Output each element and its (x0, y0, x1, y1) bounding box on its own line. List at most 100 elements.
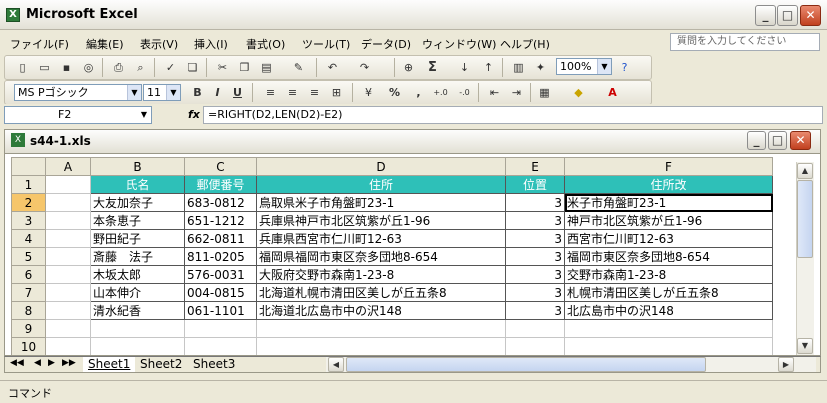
cell[interactable] (184, 319, 257, 338)
format-painter-icon[interactable]: ✎ (290, 59, 307, 76)
tab-sheet2[interactable]: Sheet2 (135, 357, 187, 372)
column-header-d[interactable]: D (256, 157, 506, 176)
scroll-right-icon[interactable]: ▶ (778, 357, 794, 372)
active-cell[interactable]: 米子市角盤町23-1 (564, 193, 773, 212)
cell-table[interactable]: A B C D E F 1 氏名 郵便番号 住所 位置 住所改 2 大友加奈子 … (11, 157, 773, 355)
cell[interactable]: 交野市森南1-23-8 (564, 265, 773, 284)
cell[interactable] (90, 337, 185, 355)
cell[interactable]: 福岡市東区奈多団地8-654 (564, 247, 773, 266)
cell[interactable]: 野田紀子 (90, 229, 185, 248)
hyperlink-icon[interactable]: ⊕ (400, 59, 417, 76)
cell[interactable]: 兵庫県神戸市北区筑紫が丘1-96 (256, 211, 506, 230)
cell[interactable]: 北海道北広島市中の沢148 (256, 301, 506, 320)
increase-indent-icon[interactable]: ⇥ (508, 84, 525, 101)
row-header[interactable]: 5 (11, 247, 46, 266)
font-size-select[interactable]: 11 ▼ (143, 84, 181, 101)
cell[interactable] (256, 337, 506, 355)
row-header[interactable]: 4 (11, 229, 46, 248)
sort-descending-icon[interactable]: ↑ (480, 59, 497, 76)
maximize-icon[interactable]: □ (777, 5, 798, 26)
cell[interactable]: 本条恵子 (90, 211, 185, 230)
chevron-down-icon[interactable]: ▼ (137, 107, 151, 122)
minimize-icon[interactable]: _ (755, 5, 776, 26)
percent-button[interactable]: % (386, 84, 403, 101)
workbook-restore-icon[interactable]: □ (768, 131, 787, 150)
worksheet-grid[interactable]: A B C D E F 1 氏名 郵便番号 住所 位置 住所改 2 大友加奈子 … (4, 153, 821, 356)
cell[interactable]: 鳥取県米子市角盤町23-1 (256, 193, 506, 212)
first-sheet-icon[interactable]: ◀◀ (10, 358, 24, 368)
cell[interactable] (45, 229, 91, 248)
cell[interactable]: 福岡県福岡市東区奈多団地8-654 (256, 247, 506, 266)
help-icon[interactable]: ? (616, 59, 633, 76)
cell[interactable] (45, 319, 91, 338)
cell[interactable]: 004-0815 (184, 283, 257, 302)
last-sheet-icon[interactable]: ▶▶ (62, 358, 76, 368)
insert-function-icon[interactable]: fx (188, 108, 200, 121)
workbook-close-icon[interactable]: ✕ (790, 131, 811, 150)
header-cell-new-address[interactable]: 住所改 (564, 175, 773, 194)
row-header[interactable]: 10 (11, 337, 46, 355)
cell[interactable]: 3 (505, 283, 565, 302)
permission-icon[interactable]: ◎ (80, 59, 97, 76)
menu-tools[interactable]: ツール(T) (302, 36, 350, 52)
cell[interactable] (45, 337, 91, 355)
vertical-scroll-thumb[interactable] (797, 180, 813, 258)
select-all-corner[interactable] (11, 157, 46, 176)
menu-window[interactable]: ウィンドウ(W) (422, 36, 496, 52)
menu-file[interactable]: ファイル(F) (10, 36, 69, 52)
next-sheet-icon[interactable]: ▶ (48, 358, 55, 368)
cell[interactable] (564, 319, 773, 338)
horizontal-scroll-thumb[interactable] (346, 357, 706, 372)
align-right-icon[interactable]: ≡ (306, 84, 323, 101)
redo-icon[interactable]: ↷ (356, 59, 373, 76)
cell[interactable]: 神戸市北区筑紫が丘1-96 (564, 211, 773, 230)
cell[interactable]: 651-1212 (184, 211, 257, 230)
cell[interactable]: 清水紀香 (90, 301, 185, 320)
new-file-icon[interactable]: ▯ (14, 59, 31, 76)
cut-icon[interactable]: ✂ (214, 59, 231, 76)
cell[interactable]: 北海道札幌市清田区美しが丘五条8 (256, 283, 506, 302)
excel-app-icon[interactable]: X (6, 8, 20, 22)
cell[interactable] (90, 319, 185, 338)
print-preview-icon[interactable]: ⌕ (132, 59, 149, 76)
row-header[interactable]: 1 (11, 175, 46, 194)
print-icon[interactable]: ⎙ (110, 59, 127, 76)
tab-sheet3[interactable]: Sheet3 (188, 357, 240, 372)
cell[interactable]: 811-0205 (184, 247, 257, 266)
open-folder-icon[interactable]: ▭ (36, 59, 53, 76)
comma-button[interactable]: , (410, 84, 427, 101)
column-header-f[interactable]: F (564, 157, 773, 176)
merge-center-icon[interactable]: ⊞ (328, 84, 345, 101)
header-cell-address[interactable]: 住所 (256, 175, 506, 194)
cell[interactable]: 斎藤 法子 (90, 247, 185, 266)
increase-decimal-icon[interactable]: +.0 (432, 84, 449, 101)
align-left-icon[interactable]: ≡ (262, 84, 279, 101)
row-header[interactable]: 9 (11, 319, 46, 338)
chevron-down-icon[interactable]: ▼ (166, 85, 180, 100)
formula-input[interactable]: =RIGHT(D2,LEN(D2)-E2) (203, 106, 823, 124)
cell[interactable]: 3 (505, 193, 565, 212)
cell[interactable]: 061-1101 (184, 301, 257, 320)
cell[interactable]: 3 (505, 265, 565, 284)
cell[interactable]: 3 (505, 247, 565, 266)
italic-button[interactable]: I (209, 84, 226, 101)
sort-ascending-icon[interactable]: ↓ (456, 59, 473, 76)
paste-icon[interactable]: ▤ (258, 59, 275, 76)
cell[interactable]: 札幌市清田区美しが丘五条8 (564, 283, 773, 302)
cell[interactable]: 北広島市中の沢148 (564, 301, 773, 320)
cell[interactable]: 西宮市仁川町12-63 (564, 229, 773, 248)
cell[interactable] (45, 193, 91, 212)
cell[interactable]: 大阪府交野市森南1-23-8 (256, 265, 506, 284)
undo-icon[interactable]: ↶ (324, 59, 341, 76)
cell[interactable]: 兵庫県西宮市仁川町12-63 (256, 229, 506, 248)
decrease-indent-icon[interactable]: ⇤ (486, 84, 503, 101)
align-center-icon[interactable]: ≡ (284, 84, 301, 101)
cell[interactable]: 683-0812 (184, 193, 257, 212)
name-box[interactable]: F2 ▼ (4, 106, 152, 124)
row-header[interactable]: 2 (11, 193, 46, 212)
menu-format[interactable]: 書式(O) (246, 36, 285, 52)
cell[interactable] (45, 247, 91, 266)
header-cell-position[interactable]: 位置 (505, 175, 565, 194)
cell[interactable] (256, 319, 506, 338)
autosum-icon[interactable]: Σ (424, 59, 441, 76)
